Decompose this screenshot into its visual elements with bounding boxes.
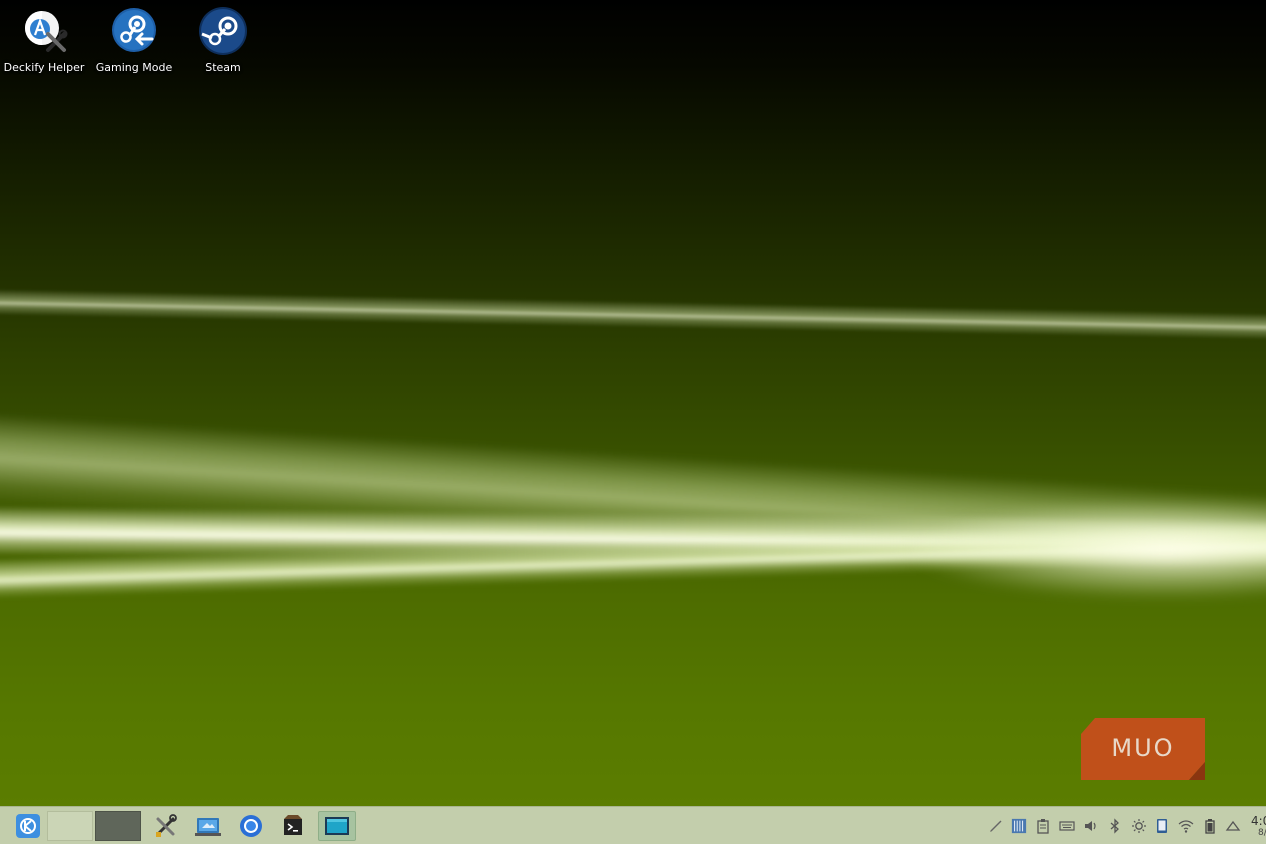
desktop-icon-label: Deckify Helper — [3, 61, 85, 74]
tray-volume[interactable] — [1083, 818, 1099, 834]
application-launcher-button[interactable] — [12, 811, 44, 841]
pen-icon — [990, 820, 1002, 832]
clock-date[interactable]: 8/ — [1258, 828, 1266, 838]
battery-icon — [1205, 819, 1215, 834]
pager-desktop-1[interactable] — [47, 811, 93, 841]
dolphin-icon — [325, 817, 349, 835]
clock-time[interactable]: 4:0 — [1251, 814, 1266, 828]
steam-return-icon — [112, 8, 156, 52]
keyboard-icon — [1059, 821, 1075, 831]
desktop-icon-label: Steam — [205, 61, 241, 74]
clipboard-icon — [1037, 819, 1049, 834]
wallpaper-light-streak — [0, 288, 1266, 341]
desktop-icon-steam[interactable]: Steam — [180, 6, 266, 74]
system-settings-icon — [156, 814, 177, 837]
brightness-icon — [1132, 819, 1146, 833]
tablet-icon — [1157, 819, 1167, 833]
tray-battery[interactable] — [1202, 818, 1218, 834]
wifi-icon — [1178, 820, 1194, 833]
desktop-icon-label: Gaming Mode — [95, 61, 173, 74]
tray-network[interactable] — [1178, 818, 1194, 834]
wallpaper-glow — [900, 500, 1266, 600]
deckify-helper-icon — [25, 11, 68, 52]
discover-icon — [195, 818, 221, 836]
taskbar-app-discover[interactable] — [192, 811, 224, 841]
tray-bluetooth[interactable] — [1107, 818, 1123, 834]
pager-desktop-2[interactable] — [95, 811, 141, 841]
tray-keyboard-layout[interactable] — [1011, 818, 1027, 834]
chrome-icon — [240, 815, 262, 837]
terminal-icon — [284, 815, 302, 835]
tray-clipboard[interactable] — [1035, 818, 1051, 834]
desktop-icon-deckify-helper[interactable]: Deckify Helper — [1, 6, 87, 74]
taskbar: 4:0 8/ — [0, 806, 1266, 844]
tray-tablet-mode[interactable] — [1154, 818, 1170, 834]
desktop-wallpaper: Deckify Helper Gaming Mode Steam MUO — [0, 0, 1266, 806]
volume-icon — [1085, 821, 1096, 831]
muo-watermark: MUO — [1081, 718, 1205, 780]
notifications-icon — [1225, 820, 1241, 831]
steam-icon — [199, 7, 247, 55]
kde-launcher-icon — [16, 814, 40, 838]
bluetooth-icon — [1110, 818, 1119, 834]
desktop-icon-gaming-mode[interactable]: Gaming Mode — [91, 6, 177, 74]
taskbar-app-terminal[interactable] — [277, 811, 309, 841]
tray-show-hidden[interactable] — [1225, 818, 1241, 834]
taskbar-app-chrome[interactable] — [235, 811, 267, 841]
taskbar-app-dolphin[interactable] — [318, 811, 356, 841]
keyboard-layout-icon — [1011, 818, 1027, 834]
tray-pen[interactable] — [988, 818, 1004, 834]
tray-virtual-keyboard[interactable] — [1059, 818, 1075, 834]
taskbar-app-system-settings[interactable] — [150, 811, 182, 841]
watermark-text: MUO — [1111, 734, 1175, 762]
tray-brightness[interactable] — [1131, 818, 1147, 834]
